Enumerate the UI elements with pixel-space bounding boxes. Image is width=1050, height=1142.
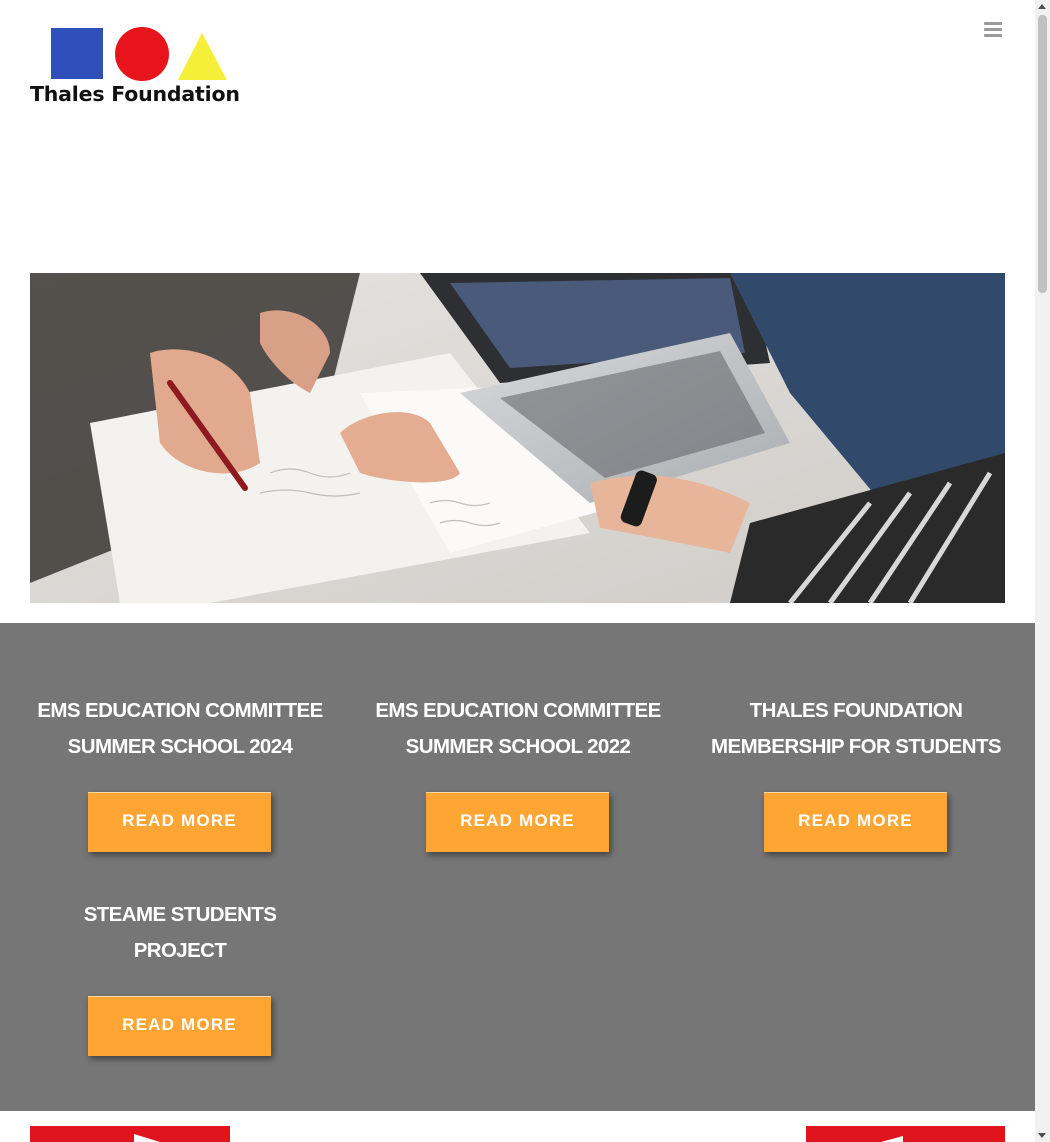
card-title: THALES FOUNDATION MEMBERSHIP FOR STUDENT… — [706, 693, 1006, 765]
card-membership-for-students: THALES FOUNDATION MEMBERSHIP FOR STUDENT… — [706, 693, 1006, 765]
card-title-line: SUMMER SCHOOL 2024 — [67, 735, 293, 758]
logo-shapes-icon — [51, 27, 227, 81]
bottom-banner-right[interactable] — [806, 1126, 1005, 1142]
card-title: EMS EDUCATION COMMITTEE SUMMER SCHOOL 20… — [30, 693, 330, 765]
page: Thales Foundation EMS EDUCATION COMMITTE… — [0, 0, 1035, 1142]
logo-text: Thales Foundation — [30, 82, 240, 106]
triangle-icon — [881, 1136, 903, 1142]
scrollbar-thumb[interactable] — [1038, 15, 1047, 293]
scroll-up-arrow-icon[interactable] — [1038, 4, 1046, 9]
card-title-line: THALES FOUNDATION — [749, 699, 963, 722]
card-summer-school-2024: EMS EDUCATION COMMITTEE SUMMER SCHOOL 20… — [30, 693, 330, 765]
card-title-line: SUMMER SCHOOL 2022 — [405, 735, 631, 758]
card-title-line: PROJECT — [133, 939, 227, 962]
read-more-button-membership[interactable]: READ MORE — [764, 792, 947, 852]
card-title-line: EMS EDUCATION COMMITTEE — [375, 699, 661, 722]
hamburger-menu-icon[interactable] — [984, 22, 1002, 38]
play-icon — [134, 1134, 160, 1142]
card-title: STEAME STUDENTS PROJECT — [30, 897, 330, 969]
read-more-button-summer-school-2022[interactable]: READ MORE — [426, 792, 609, 852]
bottom-banner-left[interactable] — [30, 1126, 230, 1142]
vertical-scrollbar[interactable] — [1035, 0, 1050, 1142]
hero-image — [30, 273, 1005, 603]
read-more-button-summer-school-2024[interactable]: READ MORE — [88, 792, 271, 852]
card-title-line: MEMBERSHIP FOR STUDENTS — [711, 735, 1002, 758]
scroll-down-arrow-icon[interactable] — [1038, 1133, 1046, 1138]
card-summer-school-2022: EMS EDUCATION COMMITTEE SUMMER SCHOOL 20… — [368, 693, 668, 765]
programs-section: EMS EDUCATION COMMITTEE SUMMER SCHOOL 20… — [0, 623, 1035, 1111]
site-logo[interactable]: Thales Foundation — [30, 20, 252, 112]
card-title-line: STEAME STUDENTS — [83, 903, 277, 926]
card-steame-students-project: STEAME STUDENTS PROJECT — [30, 897, 330, 969]
read-more-button-steame-project[interactable]: READ MORE — [88, 996, 271, 1056]
hero-photo-illustration — [30, 273, 1005, 603]
card-title: EMS EDUCATION COMMITTEE SUMMER SCHOOL 20… — [368, 693, 668, 765]
card-title-line: EMS EDUCATION COMMITTEE — [37, 699, 323, 722]
